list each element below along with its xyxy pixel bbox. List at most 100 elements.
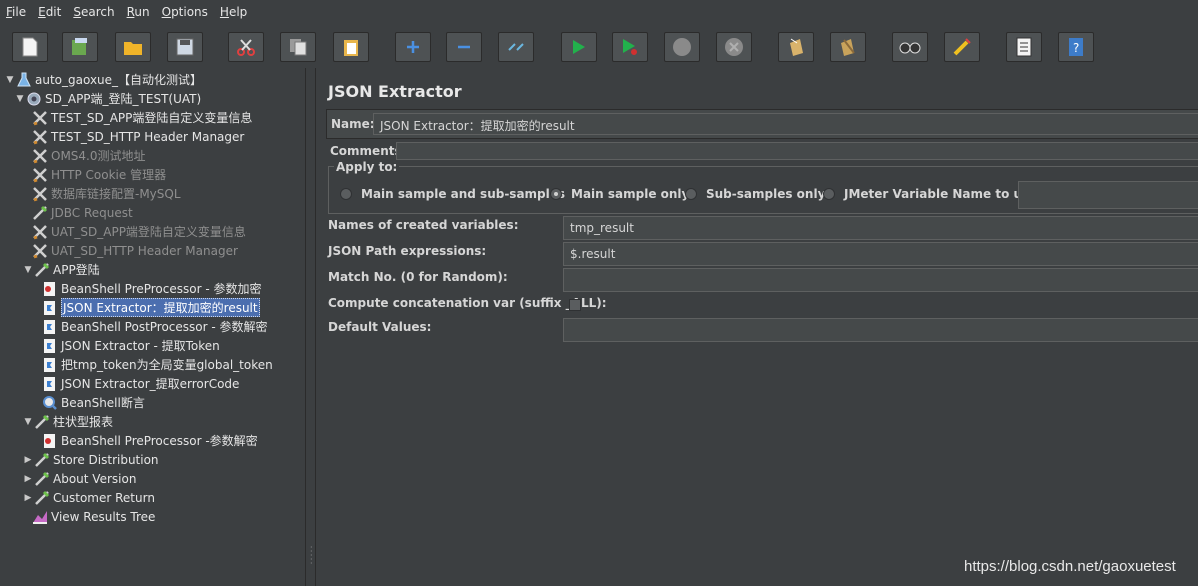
tree-node[interactable]: ▼ auto_gaoxue_【自动化测试】 (4, 70, 202, 89)
radio-sub-only[interactable]: Sub-samples only (685, 187, 825, 201)
menu-run[interactable]: Run (121, 5, 156, 19)
tree-node[interactable]: ▼ APP登陆 (22, 260, 100, 279)
splitter-grip-icon[interactable]: · · · · · (310, 544, 313, 568)
name-field[interactable]: JSON Extractor：提取加密的result (373, 113, 1198, 135)
comments-label: Comments: (330, 144, 407, 158)
field-row-concatenation: Compute concatenation var (suffix _ALL): (328, 294, 1198, 318)
radio-jmeter-variable[interactable]: JMeter Variable Name to use (823, 187, 1037, 201)
svg-text:?: ? (1073, 41, 1079, 55)
tree-node[interactable]: ▶ Store Distribution (22, 450, 159, 469)
variable-names-field[interactable]: tmp_result (563, 216, 1198, 240)
collapse-button[interactable] (446, 32, 482, 62)
stop-button[interactable] (664, 32, 700, 62)
collapse-icon (456, 39, 472, 55)
toggle-button[interactable] (498, 32, 534, 62)
paste-icon (342, 37, 360, 57)
tree-node[interactable]: JSON Extractor：提取加密的result (42, 298, 260, 317)
tree-node[interactable]: OMS4.0测试地址 (32, 146, 146, 165)
sampler-icon (34, 471, 50, 487)
menu-mnemonic: O (161, 5, 172, 19)
tree-node[interactable]: ▶ About Version (22, 469, 136, 488)
radio-button-icon[interactable] (685, 188, 697, 200)
expanded-toggle-icon[interactable]: ▼ (14, 94, 26, 104)
jmeter-variable-field[interactable] (1018, 181, 1198, 209)
variable-names-label: Names of created variables: (328, 218, 519, 232)
search-button[interactable] (892, 32, 928, 62)
menu-label: ile (12, 5, 27, 19)
default-values-field[interactable] (563, 318, 1198, 342)
tree-node[interactable]: BeanShell PostProcessor - 参数解密 (42, 317, 268, 336)
clear-all-button[interactable] (830, 32, 866, 62)
match-no-field[interactable] (563, 268, 1198, 292)
splitter[interactable] (306, 68, 316, 586)
tree-node[interactable]: BeanShell PreProcessor - 参数加密 (42, 279, 262, 298)
tree-node[interactable]: UAT_SD_APP端登陆自定义变量信息 (32, 222, 246, 241)
expand-button[interactable] (395, 32, 431, 62)
tree-node[interactable]: HTTP Cookie 管理器 (32, 165, 166, 184)
function-helper-button[interactable] (1006, 32, 1042, 62)
tree-node[interactable]: TEST_SD_HTTP Header Manager (32, 127, 244, 146)
radio-label: Sub-samples only (706, 187, 826, 201)
clear-button[interactable] (778, 32, 814, 62)
radio-button-icon[interactable] (823, 188, 835, 200)
menu-search[interactable]: Search (67, 5, 120, 19)
expanded-toggle-icon[interactable]: ▼ (22, 417, 34, 427)
config-element-icon (32, 186, 48, 202)
collapsed-toggle-icon[interactable]: ▶ (22, 455, 34, 465)
json-path-field[interactable]: $.result (563, 242, 1198, 266)
expanded-toggle-icon[interactable]: ▼ (4, 75, 16, 85)
new-button[interactable] (12, 32, 48, 62)
menu-help[interactable]: Help (214, 5, 253, 19)
sampler-icon (32, 205, 48, 221)
tree-node-label: JSON Extractor：提取加密的result (61, 298, 260, 317)
menu-edit[interactable]: Edit (32, 5, 67, 19)
shutdown-button[interactable] (716, 32, 752, 62)
radio-button-icon[interactable] (550, 188, 562, 200)
tree-node[interactable]: JSON Extractor - 提取Token (42, 336, 220, 355)
tree-node[interactable]: BeanShell PreProcessor -参数解密 (42, 431, 258, 450)
field-row-default-values: Default Values: (328, 318, 1198, 342)
tree-node-label: Store Distribution (53, 452, 159, 467)
toggle-icon (507, 38, 525, 56)
radio-main-and-sub[interactable]: Main sample and sub-samples (340, 187, 565, 201)
menu-options[interactable]: Options (156, 5, 214, 19)
tree-node[interactable]: 数据库链接配置-MySQL (32, 184, 181, 203)
comments-field[interactable] (396, 142, 1198, 160)
tree-node-label: BeanShell断言 (61, 396, 145, 410)
collapsed-toggle-icon[interactable]: ▶ (22, 493, 34, 503)
start-no-pause-button[interactable] (612, 32, 648, 62)
open-button[interactable] (115, 32, 151, 62)
start-button[interactable] (561, 32, 597, 62)
copy-button[interactable] (280, 32, 316, 62)
concatenation-checkbox[interactable] (569, 299, 581, 311)
radio-main-only[interactable]: Main sample only (550, 187, 689, 201)
tree-node[interactable]: View Results Tree (32, 507, 155, 526)
config-element-icon (32, 148, 48, 164)
reset-search-button[interactable] (944, 32, 980, 62)
menu-label: ptions (171, 5, 208, 19)
radio-button-icon[interactable] (340, 188, 352, 200)
templates-button[interactable] (62, 32, 98, 62)
collapsed-toggle-icon[interactable]: ▶ (22, 474, 34, 484)
tree-node[interactable]: JDBC Request (32, 203, 133, 222)
save-button[interactable] (167, 32, 203, 62)
cut-button[interactable] (228, 32, 264, 62)
tree-node-label: HTTP Cookie 管理器 (51, 168, 167, 182)
menu-file[interactable]: File (0, 5, 32, 19)
sampler-icon (34, 414, 50, 430)
tree-node[interactable]: 把tmp_token为全局变量global_token (42, 355, 273, 374)
tree-node[interactable]: ▼ 柱状型报表 (22, 412, 113, 431)
help-button[interactable]: ? (1058, 32, 1094, 62)
tree-node[interactable]: ▶ Customer Return (22, 488, 155, 507)
tree-node[interactable]: UAT_SD_HTTP Header Manager (32, 241, 238, 260)
tree-node[interactable]: JSON Extractor_提取errorCode (42, 374, 239, 393)
paste-button[interactable] (333, 32, 369, 62)
tree-node-label: BeanShell PreProcessor - 参数加密 (61, 282, 262, 296)
tree-node[interactable]: TEST_SD_APP端登陆自定义变量信息 (32, 108, 252, 127)
postprocessor-icon (42, 319, 58, 335)
tree-node[interactable]: ▼ SD_APP端_登陆_TEST(UAT) (14, 89, 201, 108)
expanded-toggle-icon[interactable]: ▼ (22, 265, 34, 275)
function-helper-icon (1016, 37, 1032, 57)
stop-icon (672, 37, 692, 57)
tree-node[interactable]: BeanShell断言 (42, 393, 145, 412)
